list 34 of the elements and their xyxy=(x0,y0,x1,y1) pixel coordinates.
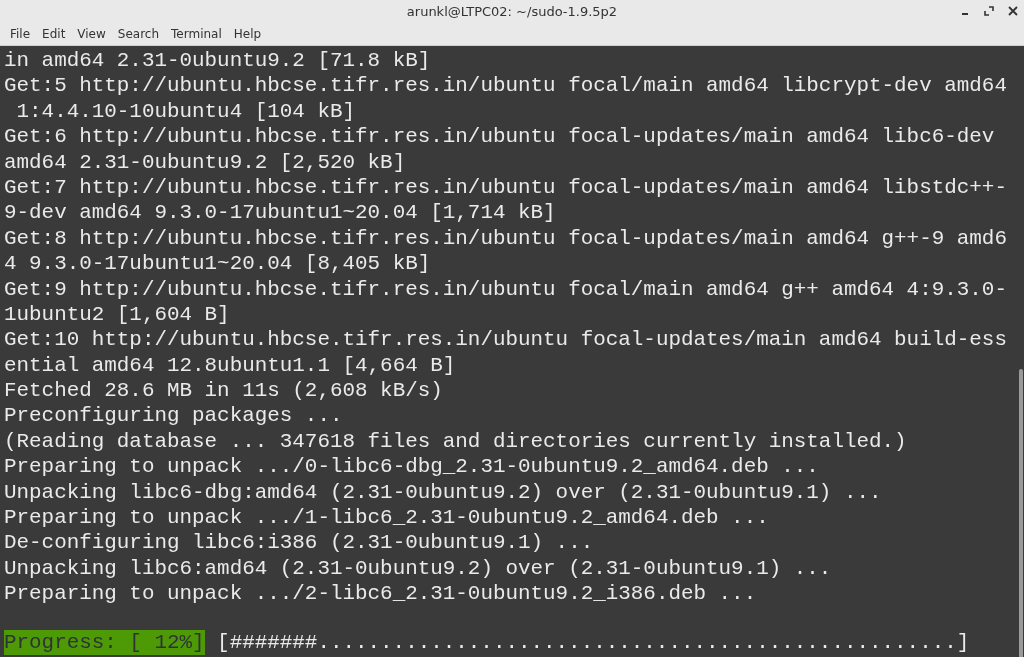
terminal-line: (Reading database ... 347618 files and directories currently installed.) xyxy=(4,428,908,455)
terminal-line: Get:9 http://ubuntu.hbcse.tifr.res.in/ubuntu focal/main amd64 g++ amd64 4:9.3.0- xyxy=(4,276,1008,302)
terminal-line: Get:7 http://ubuntu.hbcse.tifr.res.in/ubuntu focal-updates/main amd64 libstdc++- xyxy=(4,174,1008,201)
terminal-line: Preparing to unpack .../0-libc6-dbg_2.31-0ubuntu9.2_amd64.deb ... xyxy=(4,454,820,480)
terminal-line: Preparing to unpack .../1-libc6_2.31-0ubuntu9.2_amd64.deb ... xyxy=(4,505,770,531)
menu-item[interactable]: Edit xyxy=(36,26,72,41)
menu-item[interactable]: Help xyxy=(227,26,268,41)
terminal-line: 9-dev amd64 9.3.0-17ubuntu1~20.04 [1,714 kB] xyxy=(4,200,557,226)
terminal-line: in amd64 2.31-0ubuntu9.2 [71.8 kB] xyxy=(4,48,432,74)
terminal-line: Get:6 http://ubuntu.hbcse.tifr.res.in/ubuntu focal-updates/main amd64 libc6-dev xyxy=(4,124,996,150)
terminal-line: 1:4.4.10-10ubuntu4 [104 kB] xyxy=(15,98,357,125)
menu-item[interactable]: Terminal xyxy=(165,26,228,41)
terminal-line: Get:8 http://ubuntu.hbcse.tifr.res.in/ubuntu focal-updates/main amd64 g++-9 amd6 xyxy=(4,225,1008,252)
scrollbar[interactable] xyxy=(1019,369,1023,657)
close-icon[interactable] xyxy=(1008,6,1018,16)
progress-text: [#######...................................................] xyxy=(217,629,970,655)
terminal-line: amd64 2.31-0ubuntu9.2 [2,520 kB] xyxy=(4,149,407,175)
terminal-line: 1ubuntu2 [1,604 B] xyxy=(4,301,231,328)
terminal-line: ential amd64 12.8ubuntu1.1 [4,664 B] xyxy=(4,352,457,379)
terminal-line: Preparing to unpack .../2-libc6_2.31-0ubuntu9.2_i386.deb ... xyxy=(4,581,758,607)
menu-item[interactable]: View xyxy=(71,26,112,41)
terminal-line: Unpacking libc6:amd64 (2.31-0ubuntu9.2) over (2.31-0ubuntu9.1) ... xyxy=(4,555,833,582)
menu-item[interactable]: Search xyxy=(111,26,166,41)
terminal-line: Get:10 http://ubuntu.hbcse.tifr.res.in/ubuntu focal-updates/main amd64 build-ess xyxy=(4,327,1008,353)
terminal-line: De-configuring libc6:i386 (2.31-0ubuntu9.1) ... xyxy=(4,530,595,556)
maximize-icon[interactable] xyxy=(984,6,994,16)
terminal-line: 4 9.3.0-17ubuntu1~20.04 [8,405 kB] xyxy=(4,251,432,277)
terminal-line: Preconfiguring packages ... xyxy=(4,403,344,429)
progress-label: Progress: [ 12%] xyxy=(4,629,205,655)
terminal-line: Get:5 http://ubuntu.hbcse.tifr.res.in/ubuntu focal/main amd64 libcrypt-dev amd64 xyxy=(4,73,1008,99)
window-title: arunkl@LTPC02: ~/sudo-1.9.5p2 xyxy=(406,3,618,19)
menu-item[interactable]: File xyxy=(4,26,37,41)
terminal-line: Unpacking libc6-dbg:amd64 (2.31-0ubuntu9.2) over (2.31-0ubuntu9.1) ... xyxy=(4,479,883,506)
terminal-line: Fetched 28.6 MB in 11s (2,608 kB/s) xyxy=(4,378,444,404)
